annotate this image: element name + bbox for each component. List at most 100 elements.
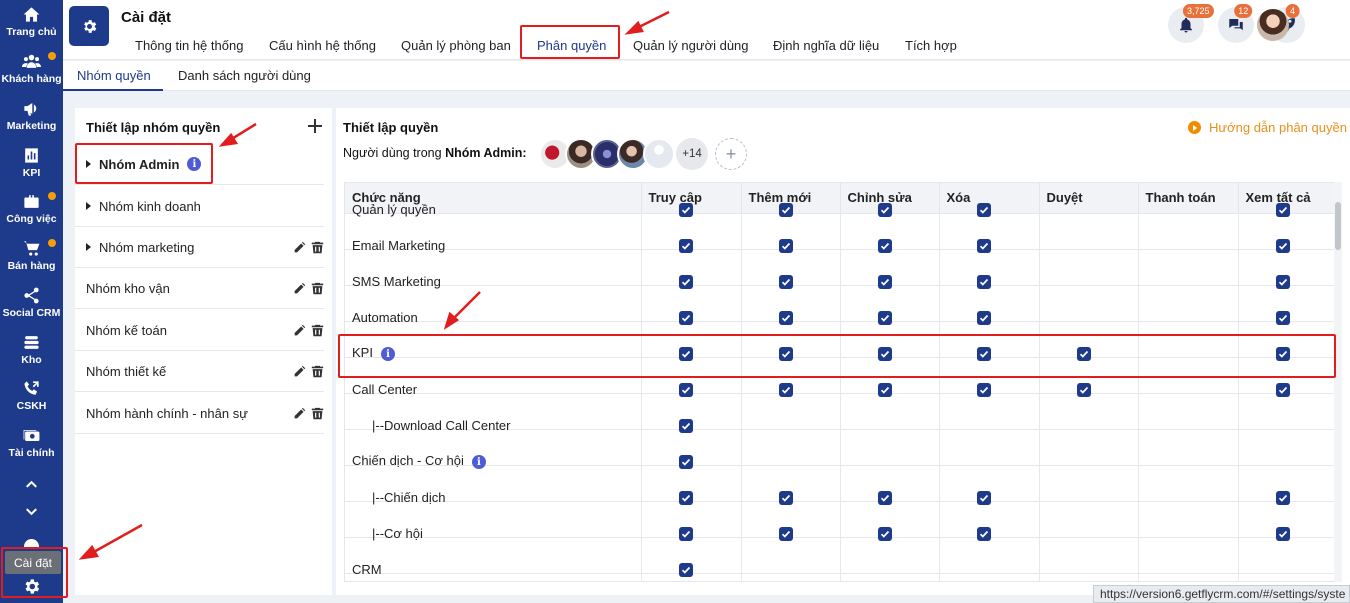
permission-checkbox[interactable] <box>976 526 991 541</box>
permission-checkbox[interactable] <box>678 418 693 433</box>
trash-icon[interactable] <box>311 282 324 295</box>
permission-checkbox[interactable] <box>678 346 693 361</box>
permission-checkbox[interactable] <box>1275 526 1290 541</box>
avatar[interactable] <box>643 138 675 170</box>
permission-checkbox[interactable] <box>678 274 693 289</box>
permission-cell <box>939 227 1040 264</box>
permission-checkbox[interactable] <box>778 202 793 217</box>
permission-checkbox[interactable] <box>976 202 991 217</box>
group-item-sales[interactable]: Nhóm kinh doanh <box>75 186 324 227</box>
permission-checkbox[interactable] <box>1275 490 1290 505</box>
permission-checkbox[interactable] <box>1275 346 1290 361</box>
permission-checkbox[interactable] <box>1275 382 1290 397</box>
scrollbar-thumb[interactable] <box>1335 202 1341 250</box>
chevron-down-icon[interactable] <box>22 502 41 521</box>
permission-checkbox[interactable] <box>778 310 793 325</box>
sidebar-item-customer-care[interactable]: CSKH <box>0 379 63 412</box>
permission-checkbox[interactable] <box>778 274 793 289</box>
permission-checkbox[interactable] <box>678 490 693 505</box>
permission-checkbox[interactable] <box>976 238 991 253</box>
group-item-logistics[interactable]: Nhóm kho vận <box>75 268 324 309</box>
subtab-user-list[interactable]: Danh sách người dùng <box>178 68 311 83</box>
sidebar-item-home[interactable]: Trang chủ <box>0 5 63 38</box>
pencil-icon[interactable] <box>293 407 306 420</box>
trash-icon[interactable] <box>311 241 324 254</box>
permission-checkbox[interactable] <box>778 382 793 397</box>
group-item-accounting[interactable]: Nhóm kế toán <box>75 310 324 351</box>
sidebar-item-warehouse[interactable]: Kho <box>0 333 63 366</box>
info-icon[interactable]: i <box>187 157 202 171</box>
permission-checkbox[interactable] <box>1275 238 1290 253</box>
user-avatar[interactable] <box>1257 9 1289 41</box>
tab-user-management[interactable]: Quản lý người dùng <box>633 38 749 53</box>
group-item-hr[interactable]: Nhóm hành chính - nhân sự <box>75 393 324 434</box>
permission-checkbox[interactable] <box>1275 274 1290 289</box>
sidebar-item-social-crm[interactable]: Social CRM <box>0 286 63 319</box>
permission-checkbox[interactable] <box>976 490 991 505</box>
pencil-icon[interactable] <box>293 241 306 254</box>
permission-checkbox[interactable] <box>678 562 693 577</box>
tab-permissions[interactable]: Phân quyền <box>537 38 606 53</box>
trash-icon[interactable] <box>311 407 324 420</box>
permission-checkbox[interactable] <box>778 238 793 253</box>
sidebar-item-sales[interactable]: Bán hàng <box>0 239 63 272</box>
permission-checkbox[interactable] <box>877 238 892 253</box>
group-item-marketing[interactable]: Nhóm marketing <box>75 227 324 268</box>
tab-integration[interactable]: Tích hợp <box>905 38 957 53</box>
permission-checkbox[interactable] <box>976 382 991 397</box>
permission-checkbox[interactable] <box>678 382 693 397</box>
permission-checkbox[interactable] <box>877 526 892 541</box>
permission-checkbox[interactable] <box>976 310 991 325</box>
permission-checkbox[interactable] <box>877 310 892 325</box>
more-users-count[interactable]: +14 <box>676 138 708 170</box>
info-icon[interactable]: i <box>380 347 395 362</box>
tab-data-definition[interactable]: Định nghĩa dữ liệu <box>773 38 879 53</box>
trash-icon[interactable] <box>311 324 324 337</box>
permission-checkbox[interactable] <box>877 490 892 505</box>
group-item-design[interactable]: Nhóm thiết kế <box>75 351 324 392</box>
pencil-icon[interactable] <box>293 365 306 378</box>
permission-checkbox[interactable] <box>678 454 693 469</box>
permission-checkbox[interactable] <box>778 346 793 361</box>
sidebar-item-tasks[interactable]: Công việc <box>0 192 63 225</box>
pencil-icon[interactable] <box>293 282 306 295</box>
messages-button[interactable]: 12 <box>1218 4 1254 43</box>
sidebar-item-kpi[interactable]: KPI <box>0 146 63 179</box>
permission-checkbox[interactable] <box>678 310 693 325</box>
permission-checkbox[interactable] <box>678 526 693 541</box>
tab-department[interactable]: Quản lý phòng ban <box>401 38 511 53</box>
add-user-button[interactable]: + <box>715 138 747 170</box>
permission-checkbox[interactable] <box>877 382 892 397</box>
sidebar-item-marketing[interactable]: Marketing <box>0 99 63 132</box>
permission-checkbox[interactable] <box>877 202 892 217</box>
permission-checkbox[interactable] <box>877 274 892 289</box>
sidebar-item-customers[interactable]: Khách hàng <box>0 52 63 85</box>
permission-checkbox[interactable] <box>678 238 693 253</box>
top-bar: Cài đặt Thông tin hệ thống Cấu hình hệ t… <box>63 0 1350 60</box>
notifications-button[interactable]: 3,725 <box>1168 4 1214 43</box>
permission-checkbox[interactable] <box>678 202 693 217</box>
gear-icon[interactable] <box>22 577 41 596</box>
tab-system-info[interactable]: Thông tin hệ thống <box>135 38 243 53</box>
chevron-up-icon[interactable] <box>22 475 41 494</box>
permission-checkbox[interactable] <box>976 346 991 361</box>
sidebar-item-finance[interactable]: Tài chính <box>0 426 63 459</box>
permission-checkbox[interactable] <box>778 526 793 541</box>
permission-cell <box>1238 227 1338 264</box>
subtab-permission-groups[interactable]: Nhóm quyền <box>77 68 151 83</box>
trash-icon[interactable] <box>311 365 324 378</box>
table-scrollbar[interactable] <box>1334 182 1342 582</box>
permission-checkbox[interactable] <box>1076 346 1091 361</box>
tab-system-config[interactable]: Cấu hình hệ thống <box>269 38 376 53</box>
permission-checkbox[interactable] <box>877 346 892 361</box>
add-group-icon[interactable] <box>307 118 323 134</box>
permission-checkbox[interactable] <box>976 274 991 289</box>
permission-checkbox[interactable] <box>778 490 793 505</box>
group-item-admin[interactable]: Nhóm Admin i <box>75 144 324 185</box>
guide-link[interactable]: Hướng dẫn phân quyền <box>1188 120 1347 135</box>
permission-checkbox[interactable] <box>1275 310 1290 325</box>
pencil-icon[interactable] <box>293 324 306 337</box>
permission-checkbox[interactable] <box>1275 202 1290 217</box>
info-icon[interactable]: i <box>471 455 486 470</box>
permission-checkbox[interactable] <box>1076 382 1091 397</box>
